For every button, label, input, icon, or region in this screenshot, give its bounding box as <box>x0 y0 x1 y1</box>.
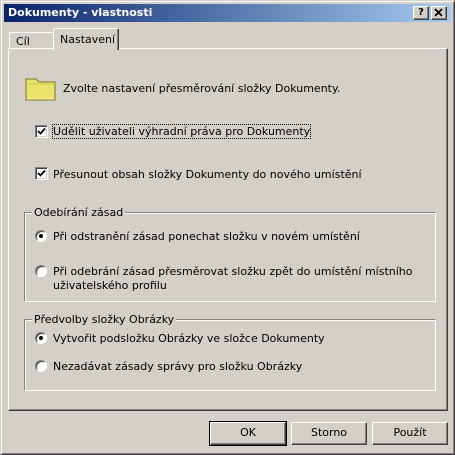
close-icon <box>434 8 443 17</box>
apply-button[interactable]: Použít <box>372 422 448 445</box>
radio-dot <box>39 234 43 238</box>
no-policy-label[interactable]: Nezadávat zásady správy pro složku Obráz… <box>53 360 302 373</box>
window-title: Dokumenty - vlastnosti <box>8 6 153 19</box>
tab-nastaveni-label: Nastavení <box>60 33 116 46</box>
exclusive-rights-label[interactable]: Udělit uživateli výhradní práva pro Doku… <box>51 124 312 139</box>
keep-folder-radio[interactable] <box>35 230 47 242</box>
keep-folder-label[interactable]: Při odstranění zásad ponechat složku v n… <box>53 230 360 243</box>
create-subfolder-radio[interactable] <box>35 332 47 344</box>
title-bar[interactable]: Dokumenty - vlastnosti ? <box>4 4 451 22</box>
move-contents-checkbox[interactable] <box>35 167 48 180</box>
close-button[interactable] <box>431 6 447 20</box>
tab-nastaveni[interactable]: Nastavení <box>53 28 119 50</box>
tab-cil-label: Cíl <box>16 35 30 48</box>
checkmark-icon <box>37 169 46 177</box>
move-contents-label[interactable]: Přesunout obsah složky Dokumenty do nové… <box>53 168 362 181</box>
exclusive-rights-checkbox[interactable] <box>35 125 48 138</box>
tab-cil[interactable]: Cíl <box>9 32 55 48</box>
folder-icon <box>25 78 56 101</box>
redirect-back-label-line1[interactable]: Při odebrání zásad přesměrovat složku zp… <box>53 265 413 278</box>
create-subfolder-label[interactable]: Vytvořit podsložku Obrázky ve složce Dok… <box>53 332 325 345</box>
radio-dot <box>39 336 43 340</box>
redirect-back-radio[interactable] <box>35 265 47 277</box>
pictures-prefs-title: Předvolby složky Obrázky <box>32 313 177 326</box>
pictures-prefs-group <box>24 319 436 391</box>
cancel-button[interactable]: Storno <box>291 422 367 445</box>
help-button[interactable]: ? <box>413 6 429 20</box>
properties-dialog: Dokumenty - vlastnosti ? Cíl Nastavení Z… <box>0 0 455 455</box>
no-policy-radio[interactable] <box>35 360 47 372</box>
intro-text: Zvolte nastavení přesměrování složky Dok… <box>63 82 341 95</box>
redirect-back-label-line2[interactable]: uživatelského profilu <box>53 279 167 292</box>
checkmark-icon <box>37 127 46 135</box>
policy-removal-title: Odebírání zásad <box>32 206 126 219</box>
ok-button[interactable]: OK <box>209 421 287 446</box>
